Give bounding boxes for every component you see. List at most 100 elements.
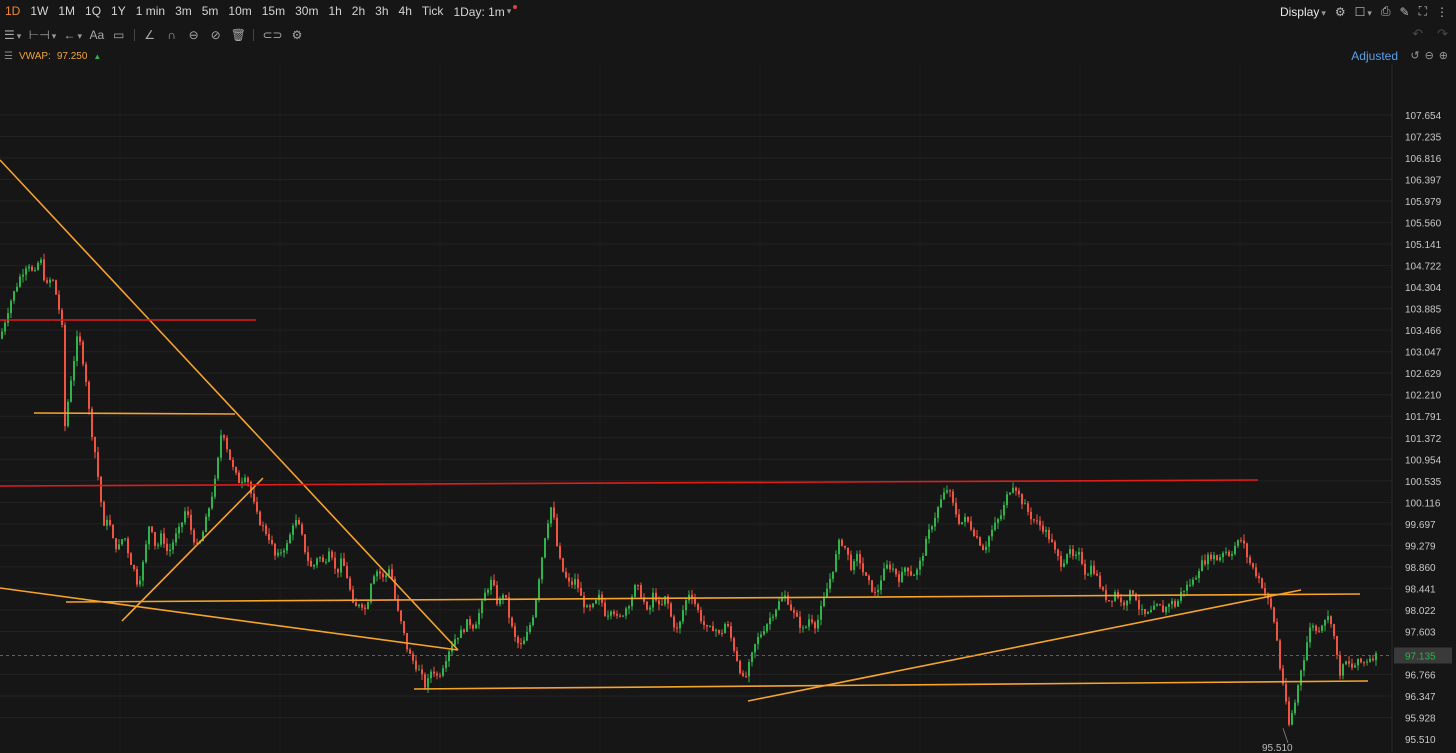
candle-body bbox=[874, 591, 876, 593]
candle-body bbox=[1315, 625, 1317, 631]
candle-body bbox=[682, 610, 684, 622]
candle-body bbox=[364, 607, 366, 610]
settings-icon[interactable]: ⚙ bbox=[290, 28, 304, 42]
ruler-icon[interactable]: ⊖ bbox=[187, 28, 201, 42]
menu-icon[interactable]: ☰ ▾ bbox=[4, 28, 21, 42]
reset-icon[interactable]: ↺ bbox=[1410, 49, 1419, 62]
layout-icon[interactable]: ☐ ▾ bbox=[1355, 5, 1372, 19]
redo-icon[interactable]: ↷ bbox=[1437, 26, 1448, 42]
candle-body bbox=[1342, 664, 1344, 676]
chevron-down-icon: ▾ bbox=[506, 6, 512, 16]
comment-icon[interactable]: ▭ bbox=[112, 28, 126, 42]
candle-body bbox=[637, 585, 639, 587]
timeframe-1min[interactable]: 1 min bbox=[131, 0, 170, 23]
candle-body bbox=[226, 437, 228, 450]
range-selector[interactable]: 1Day: 1m ▾ bbox=[448, 4, 522, 19]
candle-body bbox=[1084, 563, 1086, 575]
candle-body bbox=[829, 578, 831, 589]
candle-body bbox=[133, 565, 135, 569]
candle-body bbox=[73, 361, 75, 381]
text-icon[interactable]: Aa bbox=[89, 28, 104, 42]
candle-body bbox=[808, 619, 810, 627]
timeframe-3m[interactable]: 3m bbox=[170, 0, 197, 23]
camera-icon[interactable]: ⎙ bbox=[1381, 4, 1391, 19]
candle-body bbox=[238, 472, 240, 484]
candle-body bbox=[415, 660, 417, 670]
candle-body bbox=[250, 482, 252, 494]
candle-body bbox=[586, 605, 588, 608]
zoom-controls: ↺ ⊖ ⊕ bbox=[1410, 49, 1448, 62]
y-tick-label: 102.210 bbox=[1405, 391, 1442, 402]
candle-body bbox=[82, 341, 84, 365]
candle-body bbox=[313, 565, 315, 567]
price-chart[interactable]: 95.510 107.654 107.235 106.816 106.397 105.9… bbox=[0, 64, 1456, 753]
candle-body bbox=[88, 382, 90, 409]
price-mode-button[interactable]: Adjusted bbox=[1351, 49, 1398, 63]
magnet-icon[interactable]: ∩ bbox=[165, 28, 179, 42]
candle-body bbox=[670, 603, 672, 617]
candle-body bbox=[373, 576, 375, 584]
link-icon[interactable]: ⊂⊃ bbox=[262, 28, 282, 42]
timeframe-30m[interactable]: 30m bbox=[290, 0, 323, 23]
vwap-indicator[interactable]: ☰ VWAP: 97.250 ▲ bbox=[4, 48, 101, 64]
candle-body bbox=[1288, 701, 1290, 725]
candle-body bbox=[571, 581, 573, 585]
timeframe-1M[interactable]: 1M bbox=[53, 0, 80, 23]
undo-icon[interactable]: ↶ bbox=[1412, 26, 1423, 42]
candle-body bbox=[379, 571, 381, 574]
candle-body bbox=[838, 539, 840, 555]
timeframe-1D[interactable]: 1D bbox=[0, 0, 25, 23]
candle-body bbox=[709, 626, 711, 628]
arrow-icon[interactable]: ← ▾ bbox=[63, 28, 82, 42]
candle-body bbox=[811, 619, 813, 623]
candle-body bbox=[1045, 529, 1047, 532]
candle-body bbox=[457, 637, 459, 640]
trash-icon[interactable]: 🗑 bbox=[231, 28, 246, 42]
candle-body bbox=[718, 630, 720, 634]
timeframe-15m[interactable]: 15m bbox=[257, 0, 290, 23]
candle-body bbox=[910, 571, 912, 576]
timeframe-1Y[interactable]: 1Y bbox=[106, 0, 131, 23]
timeframe-tick[interactable]: Tick bbox=[417, 0, 449, 23]
candle-body bbox=[592, 603, 594, 608]
candle-body bbox=[1240, 540, 1242, 542]
candle-body bbox=[235, 467, 237, 473]
zoom-in-icon[interactable]: ⊕ bbox=[1439, 49, 1448, 62]
grid bbox=[0, 64, 1392, 753]
timeframe-10m[interactable]: 10m bbox=[223, 0, 256, 23]
candle-body bbox=[964, 516, 966, 523]
timeframe-5m[interactable]: 5m bbox=[197, 0, 224, 23]
timeframe-2h[interactable]: 2h bbox=[347, 0, 370, 23]
measure-icon[interactable]: ⊢⊣ ▾ bbox=[29, 28, 56, 42]
candle-body bbox=[1222, 552, 1224, 558]
settings-icon[interactable]: ⚙ bbox=[1335, 5, 1346, 19]
timeframe-1h[interactable]: 1h bbox=[323, 0, 346, 23]
timeframe-4h[interactable]: 4h bbox=[394, 0, 417, 23]
fullscreen-icon[interactable]: ⛶ bbox=[1419, 4, 1427, 19]
candle-body bbox=[868, 575, 870, 581]
timeframe-1Q[interactable]: 1Q bbox=[80, 0, 106, 23]
timeframe-1W[interactable]: 1W bbox=[25, 0, 53, 23]
more-icon[interactable]: ⋮ bbox=[1436, 5, 1448, 19]
y-tick-label: 99.697 bbox=[1405, 520, 1436, 531]
candle-body bbox=[487, 589, 489, 593]
candle-body bbox=[550, 507, 552, 524]
candle-body bbox=[844, 545, 846, 548]
candle-body bbox=[70, 380, 72, 402]
timeframe-3h[interactable]: 3h bbox=[370, 0, 393, 23]
candle-body bbox=[997, 519, 999, 523]
range-selector-label: 1Day: 1m bbox=[453, 4, 505, 19]
candle-body bbox=[247, 477, 249, 483]
display-button[interactable]: Display ▾ bbox=[1280, 5, 1326, 19]
candle-body bbox=[703, 621, 705, 625]
candle-body bbox=[913, 574, 915, 576]
candle-body bbox=[577, 579, 579, 588]
candle-body bbox=[280, 552, 282, 554]
line-icon[interactable]: ∠ bbox=[143, 28, 157, 42]
zoom-out-icon[interactable]: ⊖ bbox=[1425, 49, 1434, 62]
candle-body bbox=[568, 577, 570, 582]
eye-off-icon[interactable]: ⊘ bbox=[209, 28, 223, 42]
pencil-icon[interactable]: ✎ bbox=[1400, 5, 1410, 19]
candle-body bbox=[886, 564, 888, 569]
candle-body bbox=[565, 571, 567, 578]
